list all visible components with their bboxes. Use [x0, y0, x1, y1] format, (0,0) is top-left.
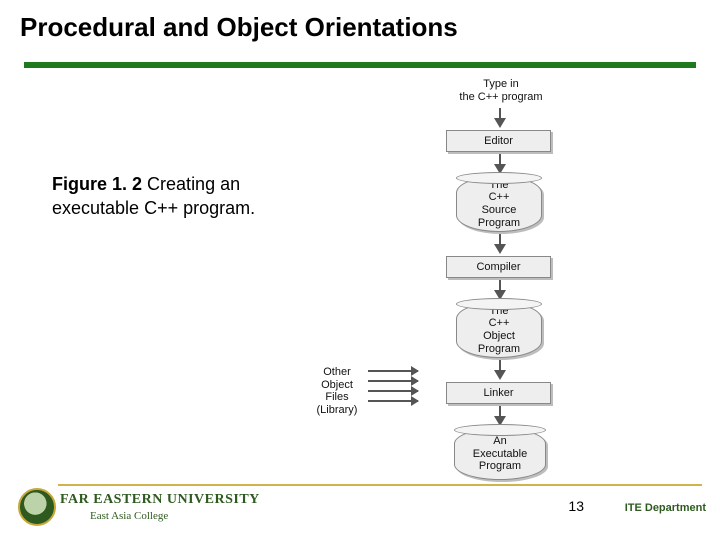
arrow-right-icon [368, 370, 418, 372]
compiler-label: Compiler [447, 261, 550, 274]
college-name: East Asia College [90, 510, 168, 522]
object-label: The C++ Object Program [457, 305, 541, 356]
footer-divider [58, 484, 702, 486]
arrow-right-icon [368, 380, 418, 382]
arrow-right-icon [368, 390, 418, 392]
library-label: Other Object Files (Library) [308, 366, 366, 417]
source-label: The C++ Source Program [457, 179, 541, 230]
start-label: Type in the C++ program [446, 78, 556, 103]
figure-number: Figure 1. 2 [52, 174, 142, 194]
exe-label: An Executable Program [455, 435, 545, 473]
arrow-icon [494, 370, 506, 380]
editor-label: Editor [447, 135, 550, 148]
arrow-icon [494, 118, 506, 128]
arrow-icon [494, 244, 506, 254]
title-underline [24, 62, 696, 68]
slide-footer: FAR EASTERN UNIVERSITY East Asia College… [0, 484, 720, 540]
department-name: ITE Department [625, 502, 706, 514]
source-cylinder: The C++ Source Program [456, 176, 542, 232]
slide-title: Procedural and Object Orientations [20, 12, 458, 43]
editor-box: Editor [446, 130, 551, 152]
page-number: 13 [568, 498, 584, 514]
arrow-right-icon [368, 400, 418, 402]
flow-diagram: Type in the C++ program Editor The C++ S… [296, 78, 596, 490]
linker-box: Linker [446, 382, 551, 404]
exe-cylinder: An Executable Program [454, 428, 546, 480]
university-name: FAR EASTERN UNIVERSITY [60, 492, 260, 508]
figure-caption: Figure 1. 2 Creating an executable C++ p… [52, 172, 262, 221]
university-seal-icon [18, 488, 56, 526]
object-cylinder: The C++ Object Program [456, 302, 542, 358]
compiler-box: Compiler [446, 256, 551, 278]
linker-label: Linker [447, 387, 550, 400]
